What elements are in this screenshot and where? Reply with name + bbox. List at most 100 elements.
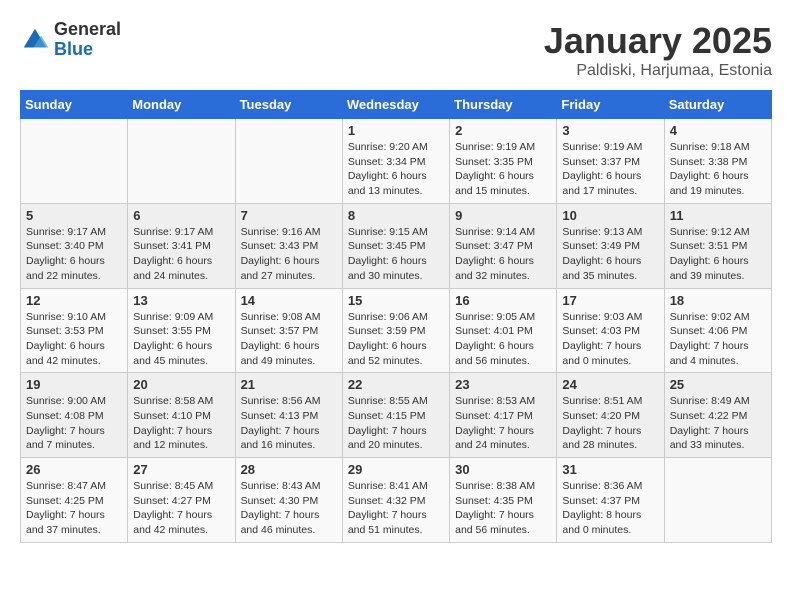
calendar-cell: 6Sunrise: 9:17 AM Sunset: 3:41 PM Daylig…	[128, 203, 235, 288]
day-number: 16	[455, 293, 551, 308]
day-info: Sunrise: 8:43 AM Sunset: 4:30 PM Dayligh…	[241, 479, 337, 538]
calendar-cell: 22 Sunrise: 8:55 AM Sunset: 4:15 PM Dayli…	[342, 373, 449, 458]
calendar-cell: 13 Sunrise: 9:09 AM Sunset: 3:55 PM Dayli…	[128, 288, 235, 373]
day-info: Sunrise: 9:00 AM Sunset: 4:08 PM Dayligh…	[26, 394, 122, 453]
calendar-cell: 18Sunrise: 9:02 AM Sunset: 4:06 PM Dayli…	[664, 288, 771, 373]
day-info: Sunrise: 9:18 AM Sunset: 3:38 PM Dayligh…	[670, 140, 766, 199]
day-number: 21	[241, 377, 337, 392]
day-info: Sunrise: 8:45 AM Sunset: 4:27 PM Dayligh…	[133, 479, 229, 538]
logo: General Blue	[20, 20, 121, 60]
calendar-cell: 31 Sunrise: 8:36 AM Sunset: 4:37 PM Dayli…	[557, 458, 664, 543]
day-number: 27	[133, 462, 229, 477]
day-info: Sunrise: 9:12 AM Sunset: 3:51 PM Dayligh…	[670, 225, 766, 284]
day-info: Sunrise: 8:49 AM Sunset: 4:22 PM Dayligh…	[670, 394, 766, 453]
weekday-header-row: SundayMondayTuesdayWednesdayThursdayFrid…	[21, 91, 772, 119]
calendar-week-row: 1 Sunrise: 9:20 AM Sunset: 3:34 PM Daylig…	[21, 119, 772, 204]
title-block: January 2025 Paldiski, Harjumaa, Estonia	[544, 20, 772, 80]
calendar-cell: 23 Sunrise: 8:53 AM Sunset: 4:17 PM Dayli…	[450, 373, 557, 458]
calendar-cell: 9Sunrise: 9:14 AM Sunset: 3:47 PM Daylig…	[450, 203, 557, 288]
day-number: 11	[670, 208, 766, 223]
day-number: 8	[348, 208, 444, 223]
calendar-week-row: 5 Sunrise: 9:17 AM Sunset: 3:40 PM Daylig…	[21, 203, 772, 288]
calendar-cell: 26 Sunrise: 8:47 AM Sunset: 4:25 PM Dayli…	[21, 458, 128, 543]
calendar-cell: 3 Sunrise: 9:19 AM Sunset: 3:37 PM Daylig…	[557, 119, 664, 204]
calendar-cell: 8Sunrise: 9:15 AM Sunset: 3:45 PM Daylig…	[342, 203, 449, 288]
day-info: Sunrise: 8:55 AM Sunset: 4:15 PM Dayligh…	[348, 394, 444, 453]
day-info: Sunrise: 9:17 AM Sunset: 3:40 PM Dayligh…	[26, 225, 122, 284]
weekday-header-monday: Monday	[128, 91, 235, 119]
day-number: 29	[348, 462, 444, 477]
calendar-week-row: 26 Sunrise: 8:47 AM Sunset: 4:25 PM Dayli…	[21, 458, 772, 543]
day-info: Sunrise: 9:19 AM Sunset: 3:35 PM Dayligh…	[455, 140, 551, 199]
day-number: 24	[562, 377, 658, 392]
calendar-cell: 16Sunrise: 9:05 AM Sunset: 4:01 PM Dayli…	[450, 288, 557, 373]
day-info: Sunrise: 8:53 AM Sunset: 4:17 PM Dayligh…	[455, 394, 551, 453]
calendar-cell: 1 Sunrise: 9:20 AM Sunset: 3:34 PM Daylig…	[342, 119, 449, 204]
weekday-header-wednesday: Wednesday	[342, 91, 449, 119]
day-info: Sunrise: 8:47 AM Sunset: 4:25 PM Dayligh…	[26, 479, 122, 538]
weekday-header-thursday: Thursday	[450, 91, 557, 119]
calendar-cell: 10Sunrise: 9:13 AM Sunset: 3:49 PM Dayli…	[557, 203, 664, 288]
day-info: Sunrise: 9:03 AM Sunset: 4:03 PM Dayligh…	[562, 310, 658, 369]
day-info: Sunrise: 8:56 AM Sunset: 4:13 PM Dayligh…	[241, 394, 337, 453]
logo-blue-text: Blue	[54, 40, 121, 60]
calendar-week-row: 19 Sunrise: 9:00 AM Sunset: 4:08 PM Dayli…	[21, 373, 772, 458]
calendar-cell: 11 Sunrise: 9:12 AM Sunset: 3:51 PM Dayli…	[664, 203, 771, 288]
day-number: 23	[455, 377, 551, 392]
calendar-cell: 29 Sunrise: 8:41 AM Sunset: 4:32 PM Dayli…	[342, 458, 449, 543]
calendar-week-row: 12Sunrise: 9:10 AM Sunset: 3:53 PM Dayli…	[21, 288, 772, 373]
calendar-cell: 27 Sunrise: 8:45 AM Sunset: 4:27 PM Dayli…	[128, 458, 235, 543]
day-info: Sunrise: 8:36 AM Sunset: 4:37 PM Dayligh…	[562, 479, 658, 538]
day-number: 19	[26, 377, 122, 392]
day-number: 17	[562, 293, 658, 308]
day-number: 22	[348, 377, 444, 392]
logo-general-text: General	[54, 20, 121, 40]
day-info: Sunrise: 8:51 AM Sunset: 4:20 PM Dayligh…	[562, 394, 658, 453]
day-number: 14	[241, 293, 337, 308]
day-number: 5	[26, 208, 122, 223]
day-number: 30	[455, 462, 551, 477]
calendar-cell: 21 Sunrise: 8:56 AM Sunset: 4:13 PM Dayli…	[235, 373, 342, 458]
calendar-table: SundayMondayTuesdayWednesdayThursdayFrid…	[20, 90, 772, 543]
weekday-header-saturday: Saturday	[664, 91, 771, 119]
calendar-cell: 12Sunrise: 9:10 AM Sunset: 3:53 PM Dayli…	[21, 288, 128, 373]
day-info: Sunrise: 9:13 AM Sunset: 3:49 PM Dayligh…	[562, 225, 658, 284]
day-number: 20	[133, 377, 229, 392]
calendar-cell: 25Sunrise: 8:49 AM Sunset: 4:22 PM Dayli…	[664, 373, 771, 458]
calendar-cell: 14Sunrise: 9:08 AM Sunset: 3:57 PM Dayli…	[235, 288, 342, 373]
calendar-cell	[21, 119, 128, 204]
calendar-cell: 24 Sunrise: 8:51 AM Sunset: 4:20 PM Dayli…	[557, 373, 664, 458]
page-header: General Blue January 2025 Paldiski, Harj…	[20, 20, 772, 80]
weekday-header-tuesday: Tuesday	[235, 91, 342, 119]
day-number: 7	[241, 208, 337, 223]
day-info: Sunrise: 9:06 AM Sunset: 3:59 PM Dayligh…	[348, 310, 444, 369]
day-info: Sunrise: 8:41 AM Sunset: 4:32 PM Dayligh…	[348, 479, 444, 538]
day-number: 3	[562, 123, 658, 138]
day-number: 28	[241, 462, 337, 477]
logo-icon	[20, 25, 50, 55]
calendar-cell: 20 Sunrise: 8:58 AM Sunset: 4:10 PM Dayli…	[128, 373, 235, 458]
calendar-cell: 7Sunrise: 9:16 AM Sunset: 3:43 PM Daylig…	[235, 203, 342, 288]
day-info: Sunrise: 9:09 AM Sunset: 3:55 PM Dayligh…	[133, 310, 229, 369]
day-number: 9	[455, 208, 551, 223]
calendar-cell: 30Sunrise: 8:38 AM Sunset: 4:35 PM Dayli…	[450, 458, 557, 543]
calendar-cell: 2Sunrise: 9:19 AM Sunset: 3:35 PM Daylig…	[450, 119, 557, 204]
day-info: Sunrise: 9:02 AM Sunset: 4:06 PM Dayligh…	[670, 310, 766, 369]
calendar-cell: 15Sunrise: 9:06 AM Sunset: 3:59 PM Dayli…	[342, 288, 449, 373]
calendar-cell	[235, 119, 342, 204]
day-number: 1	[348, 123, 444, 138]
calendar-cell: 5 Sunrise: 9:17 AM Sunset: 3:40 PM Daylig…	[21, 203, 128, 288]
day-number: 26	[26, 462, 122, 477]
day-info: Sunrise: 9:19 AM Sunset: 3:37 PM Dayligh…	[562, 140, 658, 199]
day-number: 31	[562, 462, 658, 477]
day-number: 4	[670, 123, 766, 138]
day-number: 6	[133, 208, 229, 223]
day-number: 12	[26, 293, 122, 308]
weekday-header-sunday: Sunday	[21, 91, 128, 119]
calendar-cell	[128, 119, 235, 204]
weekday-header-friday: Friday	[557, 91, 664, 119]
calendar-cell: 4 Sunrise: 9:18 AM Sunset: 3:38 PM Daylig…	[664, 119, 771, 204]
day-info: Sunrise: 8:58 AM Sunset: 4:10 PM Dayligh…	[133, 394, 229, 453]
day-number: 13	[133, 293, 229, 308]
day-info: Sunrise: 9:20 AM Sunset: 3:34 PM Dayligh…	[348, 140, 444, 199]
